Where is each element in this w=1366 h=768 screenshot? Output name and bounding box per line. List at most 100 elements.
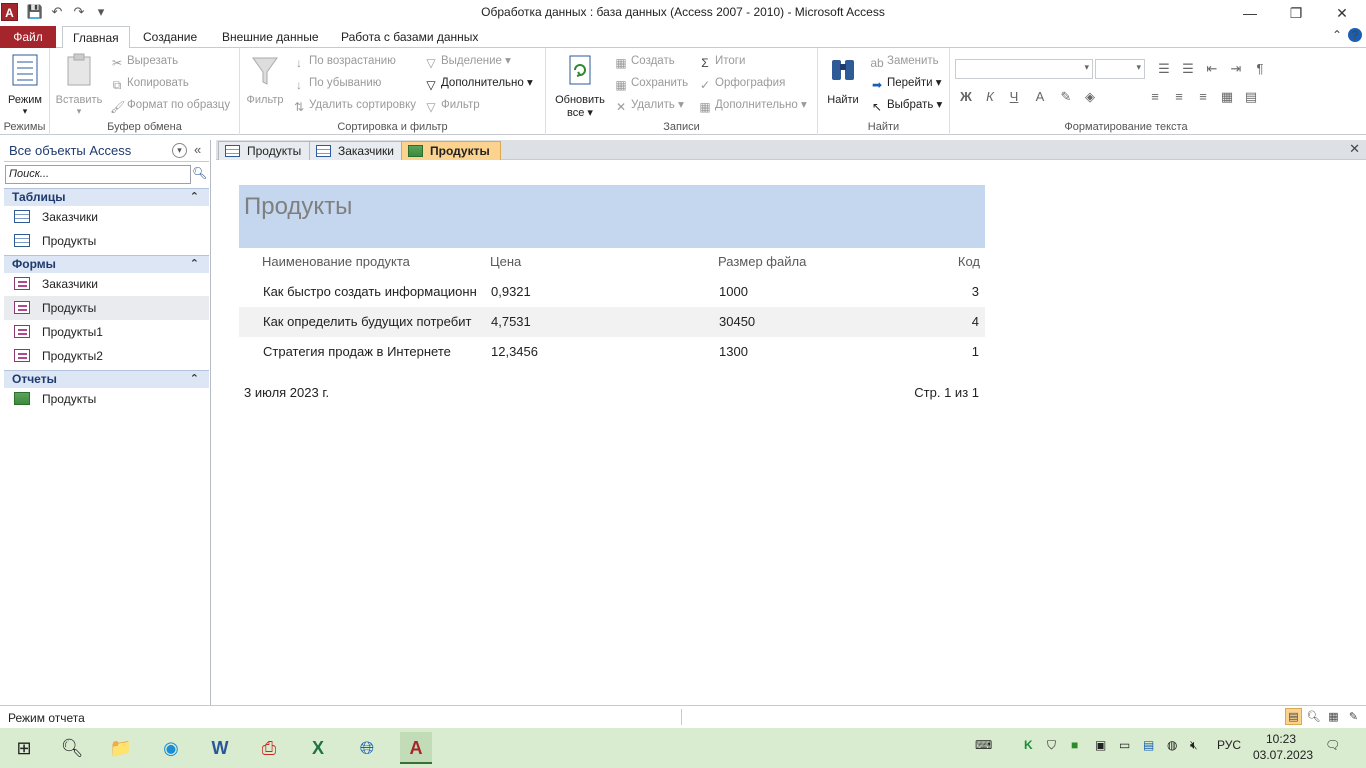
- minimize-ribbon-icon[interactable]: ⌃: [1332, 28, 1342, 42]
- excel-icon[interactable]: X: [302, 732, 334, 764]
- numbering-icon[interactable]: ☰: [1179, 60, 1197, 78]
- report-header: Продукты: [239, 185, 985, 248]
- italic-button[interactable]: К: [981, 88, 999, 106]
- advanced-filter-button[interactable]: ▽ Дополнительно ▾: [424, 73, 532, 93]
- remove-sort-button[interactable]: ⇅ Удалить сортировку: [292, 95, 416, 115]
- save-record-button[interactable]: ▦ Сохранить: [614, 73, 688, 93]
- help-icon[interactable]: ?: [1348, 28, 1362, 42]
- collapse-icon[interactable]: ⌃: [190, 371, 199, 388]
- font-color-button[interactable]: A: [1029, 88, 1051, 106]
- nav-category-tables[interactable]: Таблицы ⌃: [4, 188, 209, 206]
- doc-tab-table-customers[interactable]: Заказчики: [309, 141, 405, 160]
- new-record-button[interactable]: ▦ Создать: [614, 51, 674, 71]
- chevron-down-icon[interactable]: ▾: [172, 143, 187, 158]
- nav-item-form-products1[interactable]: Продукты1: [4, 320, 209, 344]
- clock[interactable]: 10:23 03.07.2023: [1253, 731, 1313, 763]
- pdf-reader-icon[interactable]: ⎙: [253, 732, 285, 764]
- tab-database-tools[interactable]: Работа с базами данных: [331, 26, 488, 48]
- search-icon[interactable]: 🔍︎: [56, 732, 88, 764]
- nav-item-report-products[interactable]: Продукты: [4, 387, 209, 411]
- copy-button[interactable]: ⧉ Копировать: [110, 73, 189, 93]
- nav-category-forms[interactable]: Формы ⌃: [4, 255, 209, 273]
- doc-tab-report-products[interactable]: Продукты: [401, 141, 501, 160]
- device-icon[interactable]: ▣: [1095, 738, 1106, 752]
- tab-file[interactable]: Файл: [0, 26, 56, 48]
- tab-home[interactable]: Главная: [62, 26, 130, 49]
- kaspersky-icon[interactable]: K: [1024, 738, 1033, 752]
- edge-browser-icon[interactable]: ◉: [155, 732, 187, 764]
- bold-button[interactable]: Ж: [957, 88, 975, 106]
- close-document-icon[interactable]: ✕: [1349, 141, 1360, 157]
- totals-button[interactable]: Σ Итоги: [698, 51, 745, 71]
- tab-external-data[interactable]: Внешние данные: [212, 26, 329, 48]
- nav-search-input[interactable]: Поиск...: [5, 165, 191, 184]
- keyboard-icon[interactable]: ⌨: [975, 738, 992, 752]
- minimize-button[interactable]: —: [1227, 0, 1273, 26]
- column-header-file-size: Размер файла: [718, 254, 807, 269]
- battery-icon[interactable]: ▭: [1119, 738, 1130, 752]
- bullets-icon[interactable]: ☰: [1155, 60, 1173, 78]
- design-view-icon[interactable]: ✎: [1345, 708, 1362, 725]
- windows-start-icon[interactable]: ⊞: [8, 732, 40, 764]
- decrease-indent-icon[interactable]: ⇤: [1203, 60, 1221, 78]
- align-right-icon[interactable]: ≡: [1194, 88, 1212, 106]
- fill-color-icon[interactable]: ◈: [1081, 88, 1099, 106]
- nav-item-form-products2[interactable]: Продукты2: [4, 344, 209, 368]
- sort-ascending-button[interactable]: ↓ По возрастанию: [292, 51, 396, 71]
- align-left-icon[interactable]: ≡: [1146, 88, 1164, 106]
- filter-button[interactable]: Фильтр: [244, 52, 286, 106]
- replace-button[interactable]: ab Заменить: [870, 51, 938, 71]
- close-button[interactable]: ✕: [1319, 0, 1365, 26]
- nav-header[interactable]: Все объекты Access ▾ «: [4, 140, 209, 162]
- delete-record-button[interactable]: ✕ Удалить ▾: [614, 95, 684, 115]
- spelling-button[interactable]: ✓ Орфография: [698, 73, 785, 93]
- doc-tab-table-products[interactable]: Продукты: [218, 141, 313, 160]
- increase-indent-icon[interactable]: ⇥: [1227, 60, 1245, 78]
- collapse-icon[interactable]: ⌃: [190, 256, 199, 273]
- nav-item-form-customers[interactable]: Заказчики: [4, 272, 209, 296]
- collapse-icon[interactable]: ⌃: [190, 189, 199, 206]
- align-center-icon[interactable]: ≡: [1170, 88, 1188, 106]
- report-view-icon[interactable]: ▤: [1285, 708, 1302, 725]
- shield-icon[interactable]: ⛉: [1047, 738, 1056, 753]
- nav-category-reports[interactable]: Отчеты ⌃: [4, 370, 209, 388]
- language-indicator[interactable]: РУС: [1217, 738, 1241, 752]
- paste-button[interactable]: Вставить ▾: [54, 52, 104, 117]
- app-tray-icon[interactable]: ▤: [1143, 738, 1154, 752]
- restore-button[interactable]: ❐: [1273, 0, 1319, 26]
- network-app-icon[interactable]: 🌐︎: [351, 732, 383, 764]
- nav-item-table-customers[interactable]: Заказчики: [4, 205, 209, 229]
- network-icon[interactable]: ◍: [1167, 738, 1177, 752]
- volume-muted-icon[interactable]: 🔇︎: [1190, 738, 1198, 753]
- find-button[interactable]: Найти: [822, 52, 864, 106]
- underline-button[interactable]: Ч: [1005, 88, 1023, 106]
- sort-descending-button[interactable]: ↓ По убыванию: [292, 73, 381, 93]
- font-name-combo[interactable]: [955, 59, 1093, 79]
- view-button[interactable]: Режим ▾: [4, 52, 46, 117]
- layout-view-icon[interactable]: ▦: [1325, 708, 1342, 725]
- format-painter-button[interactable]: 🖌 Формат по образцу: [110, 95, 230, 115]
- toggle-filter-button[interactable]: ▽ Фильтр: [424, 95, 479, 115]
- search-icon[interactable]: 🔍︎: [192, 166, 207, 183]
- word-icon[interactable]: W: [204, 732, 236, 764]
- collapse-pane-icon[interactable]: «: [194, 142, 201, 157]
- gridlines-icon[interactable]: ▦: [1218, 88, 1236, 106]
- file-explorer-icon[interactable]: 📁: [105, 732, 137, 764]
- font-size-combo[interactable]: [1095, 59, 1145, 79]
- paragraph-icon[interactable]: ¶: [1251, 60, 1269, 78]
- tab-create[interactable]: Создание: [133, 26, 207, 48]
- more-records-button[interactable]: ▦ Дополнительно ▾: [698, 95, 806, 115]
- cut-button[interactable]: ✂ Вырезать: [110, 51, 178, 71]
- access-taskbar-icon[interactable]: A: [400, 732, 432, 764]
- nav-item-form-products[interactable]: Продукты: [4, 296, 209, 320]
- nvidia-icon[interactable]: ■: [1071, 738, 1078, 752]
- nav-item-table-products[interactable]: Продукты: [4, 229, 209, 253]
- alternate-row-color-icon[interactable]: ▤: [1242, 88, 1260, 106]
- highlight-icon[interactable]: ✎: [1057, 88, 1075, 106]
- select-button[interactable]: ↖ Выбрать ▾: [870, 95, 942, 115]
- goto-button[interactable]: ➡ Перейти ▾: [870, 73, 942, 93]
- refresh-all-button[interactable]: Обновить все ▾: [550, 52, 610, 119]
- notifications-icon[interactable]: 🗨: [1325, 738, 1340, 752]
- print-preview-icon[interactable]: 🔍︎: [1305, 708, 1322, 725]
- selection-button[interactable]: ▽ Выделение ▾: [424, 51, 511, 71]
